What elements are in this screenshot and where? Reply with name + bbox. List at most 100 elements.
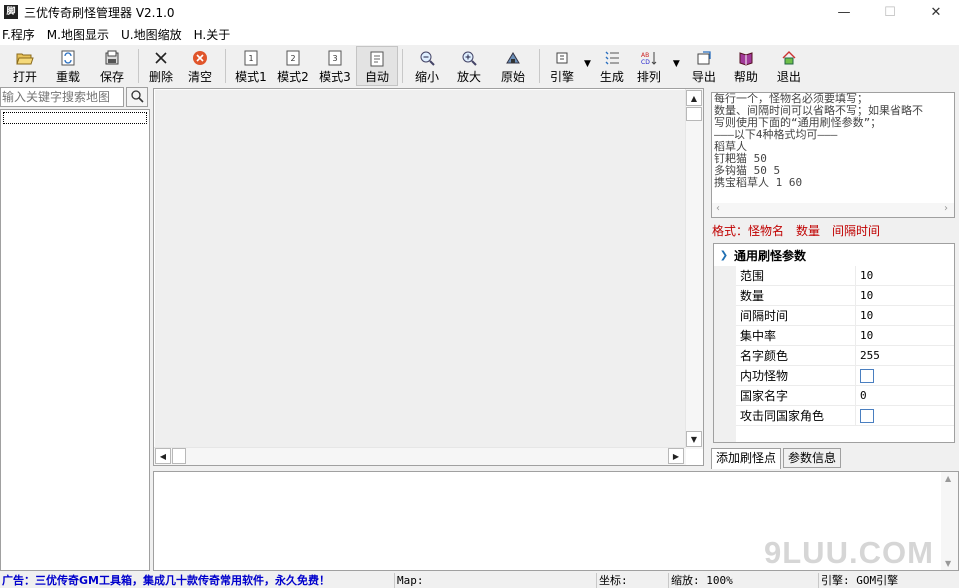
format-hint: 格式：怪物名 数量 间隔时间 <box>712 224 881 238</box>
map-horizontal-scrollbar[interactable]: ◀ ▶ <box>154 447 686 465</box>
map-search-row <box>0 87 150 107</box>
internal-power-checkbox[interactable] <box>860 369 874 383</box>
close-button[interactable]: ✕ <box>913 0 959 24</box>
map-canvas[interactable] <box>155 90 685 448</box>
scroll-up-icon[interactable]: ▲ <box>945 474 951 483</box>
toolbar-separator <box>138 49 139 83</box>
toolbar: 打开 重载 保存 删除 清空 1 模式1 2 模式2 3 模式3 自动 缩小 放… <box>0 46 959 86</box>
watermark: 9LUU.COM <box>764 535 934 570</box>
help-book-icon <box>737 49 755 67</box>
menu-about[interactable]: H.关于 <box>194 26 237 43</box>
reload-button[interactable]: 重载 <box>46 46 90 86</box>
mode1-button[interactable]: 1 模式1 <box>230 46 272 86</box>
map-search-input[interactable] <box>0 87 124 107</box>
auto-button[interactable]: 自动 <box>356 46 398 86</box>
delete-x-icon <box>152 49 170 67</box>
clear-button[interactable]: 清空 <box>179 46 221 86</box>
mode3-icon: 3 <box>326 49 344 67</box>
map-tree[interactable] <box>0 109 150 571</box>
tab-add-spawn[interactable]: 添加刷怪点 <box>711 448 782 469</box>
save-button[interactable]: 保存 <box>90 46 134 86</box>
mode3-button[interactable]: 3 模式3 <box>314 46 356 86</box>
exit-button[interactable]: 退出 <box>768 46 810 86</box>
log-vertical-scrollbar[interactable]: ▲ ▼ <box>941 472 958 570</box>
list-generate-icon <box>603 49 621 67</box>
sort-abc-icon: AB CD <box>640 49 658 67</box>
vertical-scroll-thumb[interactable] <box>686 107 702 121</box>
svg-text:CD: CD <box>641 59 650 66</box>
status-bar: 广告：三优传奇GM工具箱，集成几十款传奇常用软件，永久免费！ Map: 坐标: … <box>0 573 959 588</box>
chevron-down-icon[interactable]: ❯ <box>714 250 734 261</box>
scroll-up-icon[interactable]: ▲ <box>686 90 702 106</box>
param-row[interactable]: 名字颜色 255 <box>736 346 954 366</box>
menu-map-display[interactable]: M.地图显示 <box>47 26 115 43</box>
reload-icon <box>59 49 77 67</box>
mode2-icon: 2 <box>284 49 302 67</box>
param-row[interactable]: 数量 10 <box>736 286 954 306</box>
param-row[interactable]: 攻击同国家角色 <box>736 406 954 426</box>
status-zoom: 缩放: 100% <box>668 573 818 588</box>
arrange-button[interactable]: AB CD 排列 <box>629 46 669 86</box>
horizontal-scroll-thumb[interactable] <box>172 448 186 464</box>
status-ad[interactable]: 广告：三优传奇GM工具箱，集成几十款传奇常用软件，永久免费！ <box>0 573 394 588</box>
clear-icon <box>191 49 209 67</box>
svg-text:2: 2 <box>290 54 295 63</box>
minimize-button[interactable]: — <box>821 0 867 24</box>
param-row[interactable]: 范围 10 <box>736 266 954 286</box>
folder-open-icon <box>16 49 34 67</box>
engine-icon <box>553 49 571 67</box>
param-row[interactable]: 内功怪物 <box>736 366 954 386</box>
params-group-header[interactable]: ❯ 通用刷怪参数 <box>714 244 954 266</box>
engine-button[interactable]: 引擎 <box>544 46 580 86</box>
zoom-out-button[interactable]: 缩小 <box>407 46 447 86</box>
map-vertical-scrollbar[interactable]: ▲ ▼ <box>685 89 703 449</box>
search-button[interactable] <box>126 87 148 107</box>
zoom-in-icon <box>460 49 478 67</box>
toolbar-separator <box>225 49 226 83</box>
menu-bar: F.程序 M.地图显示 U.地图缩放 H.关于 <box>0 24 959 45</box>
menu-map-zoom[interactable]: U.地图缩放 <box>121 26 188 43</box>
export-button[interactable]: 导出 <box>684 46 724 86</box>
mode2-button[interactable]: 2 模式2 <box>272 46 314 86</box>
notes-horizontal-scrollbar[interactable]: ‹ › <box>712 203 954 217</box>
svg-text:AB: AB <box>641 52 649 59</box>
tab-param-info[interactable]: 参数信息 <box>783 448 842 468</box>
menu-program[interactable]: F.程序 <box>2 26 41 43</box>
param-row[interactable]: 间隔时间 10 <box>736 306 954 326</box>
help-button[interactable]: 帮助 <box>724 46 768 86</box>
chevron-right-icon[interactable]: › <box>944 203 948 214</box>
map-view[interactable]: ▲ ▼ ◀ ▶ <box>153 88 704 466</box>
status-coord: 坐标: <box>596 573 668 588</box>
param-row[interactable]: 集中率 10 <box>736 326 954 346</box>
zoom-in-button[interactable]: 放大 <box>447 46 491 86</box>
title-bar: 脚 三优传奇刷怪管理器 V2.1.0 — ☐ ✕ <box>0 0 959 24</box>
exit-house-icon <box>780 49 798 67</box>
scroll-down-icon[interactable]: ▼ <box>686 431 702 447</box>
param-row[interactable]: 国家名字 0 <box>736 386 954 406</box>
engine-dropdown-arrow-icon[interactable]: ▼ <box>580 59 595 69</box>
arrange-dropdown-arrow-icon[interactable]: ▼ <box>669 59 684 69</box>
scroll-left-icon[interactable]: ◀ <box>155 448 171 464</box>
spawn-params-grid: ❯ 通用刷怪参数 范围 10 数量 10 间隔时间 10 集中率 10 名字颜色 255 … <box>713 243 955 443</box>
export-icon <box>695 49 713 67</box>
status-map: Map: <box>394 573 596 588</box>
toolbar-separator <box>402 49 403 83</box>
generate-button[interactable]: 生成 <box>595 46 629 86</box>
zoom-out-icon <box>418 49 436 67</box>
scroll-right-icon[interactable]: ▶ <box>668 448 684 464</box>
chevron-left-icon[interactable]: ‹ <box>716 203 720 214</box>
right-panel-tabs: 添加刷怪点 参数信息 <box>711 448 843 469</box>
save-icon <box>103 49 121 67</box>
status-engine: 引擎: GOM引擎 <box>818 573 959 588</box>
tree-focus-row[interactable] <box>3 112 147 124</box>
delete-button[interactable]: 删除 <box>143 46 179 86</box>
open-button[interactable]: 打开 <box>4 46 46 86</box>
scroll-down-icon[interactable]: ▼ <box>945 559 951 568</box>
auto-icon <box>368 50 386 67</box>
maximize-button[interactable]: ☐ <box>867 0 913 24</box>
monster-list-textarea[interactable]: 每行一个，怪物名必须要填写； 数量、间隔时间可以省略不写；如果省略不 写则使用下… <box>711 92 955 218</box>
attack-same-country-checkbox[interactable] <box>860 409 874 423</box>
svg-text:1: 1 <box>248 54 253 63</box>
search-icon <box>130 89 144 106</box>
original-size-button[interactable]: 原始 <box>491 46 535 86</box>
